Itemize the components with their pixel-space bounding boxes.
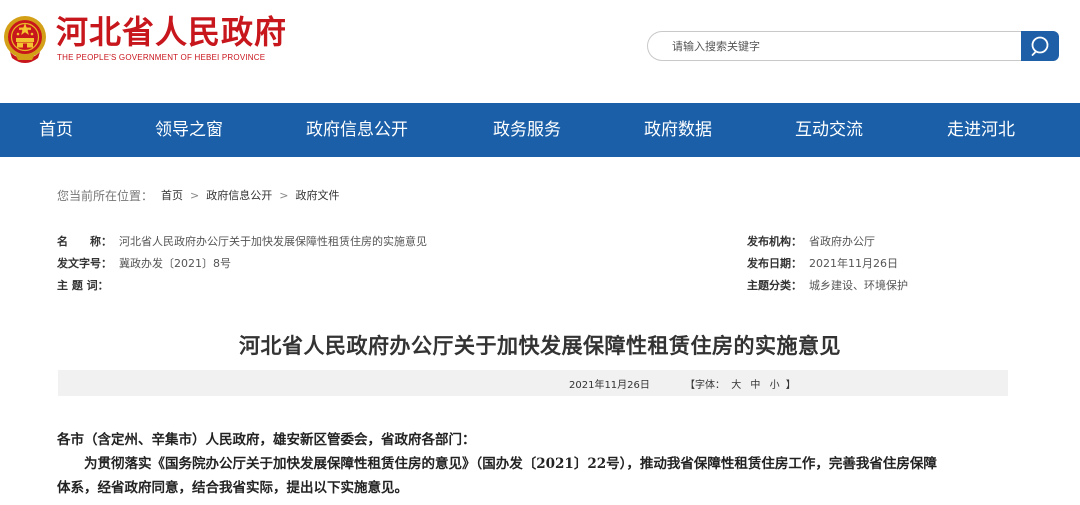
nav-item-leaders[interactable]: 领导之窗 bbox=[155, 103, 223, 157]
font-size-control: 【字体： 大 中 小 】 bbox=[685, 376, 796, 391]
site-title: 河北省人民政府 bbox=[56, 13, 288, 51]
meta-name-row: 名 称： 河北省人民政府办公厅关于加快发展保障性租赁住房的实施意见 bbox=[57, 235, 427, 249]
chevron-right-icon: > bbox=[190, 188, 200, 202]
meta-date-key: 发布日期： bbox=[747, 257, 802, 270]
main-nav: 首页 领导之窗 政府信息公开 政务服务 政府数据 互动交流 走进河北 bbox=[0, 103, 1080, 157]
article-salutation: 各市（含定州、辛集市）人民政府，雄安新区管委会，省政府各部门： bbox=[57, 432, 476, 448]
site-header: 河北省人民政府 THE PEOPLE'S GOVERNMENT OF HEBEI… bbox=[0, 0, 1080, 103]
meta-publisher-key: 发布机构： bbox=[747, 235, 802, 248]
breadcrumb: 您当前所在位置： 首页 > 政府信息公开 > 政府文件 bbox=[57, 186, 339, 204]
meta-subject-key: 主 题 词： bbox=[57, 279, 109, 292]
breadcrumb-gov-docs[interactable]: 政府文件 bbox=[295, 187, 339, 203]
font-size-label-open: 【字体： bbox=[685, 380, 725, 391]
article-paragraph-line: 为贯彻落实《国务院办公厅关于加快发展保障性租赁住房的意见》（国办发〔2021〕2… bbox=[84, 456, 937, 472]
national-emblem-icon bbox=[4, 16, 46, 63]
article-paragraph-line: 体系，经省政府同意，结合我省实际，提出以下实施意见。 bbox=[57, 480, 408, 496]
meta-publisher-value: 省政府办公厅 bbox=[809, 235, 875, 248]
site-subtitle: THE PEOPLE'S GOVERNMENT OF HEBEI PROVINC… bbox=[57, 53, 266, 62]
search-input[interactable] bbox=[672, 32, 1012, 60]
meta-category-value: 城乡建设、环境保护 bbox=[809, 279, 908, 292]
breadcrumb-label: 您当前所在位置： bbox=[57, 188, 154, 203]
search-button[interactable] bbox=[1021, 31, 1059, 61]
meta-docno-value: 冀政办发〔2021〕8号 bbox=[119, 257, 231, 270]
meta-docno-key: 发文字号： bbox=[57, 257, 112, 270]
article-info-bar: 2021年11月26日 【字体： 大 中 小 】 bbox=[58, 370, 1008, 396]
article-date: 2021年11月26日 bbox=[569, 380, 650, 391]
font-size-small-button[interactable]: 小 bbox=[770, 380, 780, 391]
meta-name-value: 河北省人民政府办公厅关于加快发展保障性租赁住房的实施意见 bbox=[119, 235, 427, 248]
article-title: 河北省人民政府办公厅关于加快发展保障性租赁住房的实施意见 bbox=[239, 333, 841, 358]
search-box bbox=[647, 31, 1023, 61]
nav-item-services[interactable]: 政务服务 bbox=[493, 103, 561, 157]
breadcrumb-info-disclosure[interactable]: 政府信息公开 bbox=[206, 187, 272, 203]
meta-category-key: 主题分类： bbox=[747, 279, 802, 292]
meta-date-value: 2021年11月26日 bbox=[809, 257, 898, 270]
font-size-large-button[interactable]: 大 bbox=[731, 380, 741, 391]
meta-subject-row: 主 题 词： bbox=[57, 279, 119, 293]
nav-item-home[interactable]: 首页 bbox=[39, 103, 73, 157]
chevron-right-icon: > bbox=[279, 188, 289, 202]
meta-docno-row: 发文字号： 冀政办发〔2021〕8号 bbox=[57, 257, 231, 271]
nav-item-data[interactable]: 政府数据 bbox=[644, 103, 712, 157]
breadcrumb-home[interactable]: 首页 bbox=[161, 187, 183, 203]
nav-item-interaction[interactable]: 互动交流 bbox=[795, 103, 863, 157]
font-size-label-close: 】 bbox=[785, 380, 796, 391]
nav-item-about-hebei[interactable]: 走进河北 bbox=[947, 103, 1015, 157]
meta-category-row: 主题分类： 城乡建设、环境保护 bbox=[747, 279, 908, 293]
meta-publisher-row: 发布机构： 省政府办公厅 bbox=[747, 235, 875, 249]
search-icon bbox=[1031, 36, 1049, 56]
meta-name-key: 名 称： bbox=[57, 235, 112, 248]
nav-item-info-disclosure[interactable]: 政府信息公开 bbox=[306, 103, 408, 157]
meta-date-row: 发布日期： 2021年11月26日 bbox=[747, 257, 898, 271]
font-size-medium-button[interactable]: 中 bbox=[750, 380, 760, 391]
